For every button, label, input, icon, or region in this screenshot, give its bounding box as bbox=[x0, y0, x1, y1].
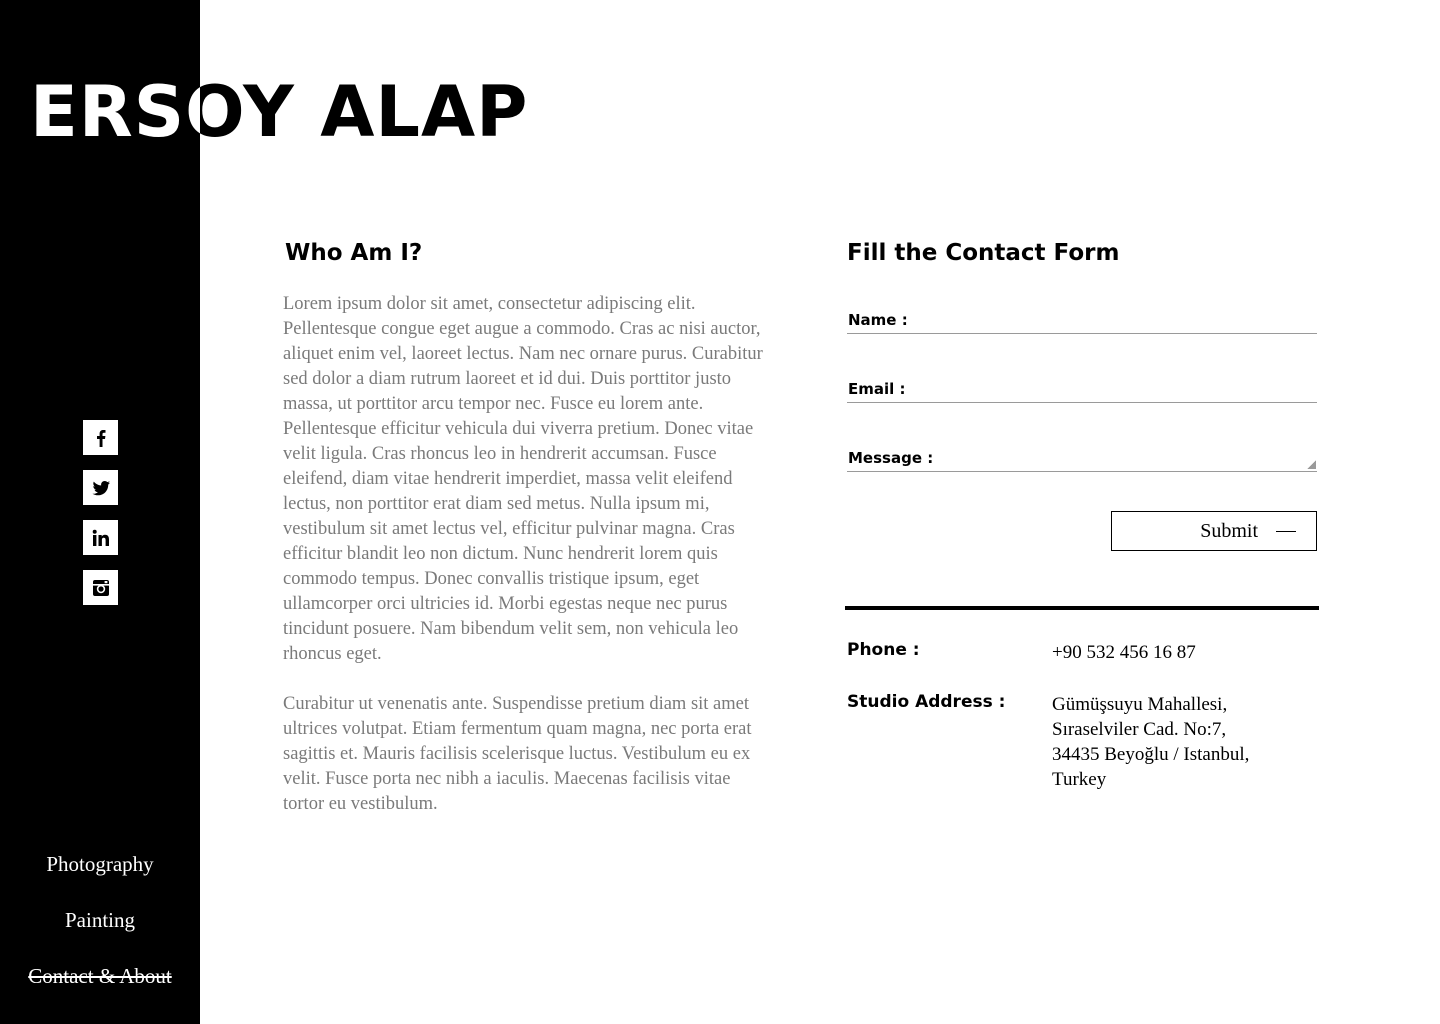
address-line: Turkey bbox=[1052, 769, 1107, 790]
nav-item-contact-about[interactable]: Contact & About bbox=[0, 962, 200, 990]
name-field-wrapper: Name : bbox=[847, 303, 1317, 334]
email-label: Email : bbox=[848, 380, 906, 398]
name-input[interactable] bbox=[937, 307, 1317, 329]
address-line: Sıraselviler Cad. No:7, bbox=[1052, 719, 1227, 740]
instagram-link[interactable] bbox=[83, 570, 118, 605]
linkedin-icon bbox=[92, 529, 109, 546]
message-field-wrapper: Message : bbox=[847, 441, 1317, 472]
dash-icon bbox=[1276, 530, 1296, 532]
contact-form-title: Fill the Contact Form bbox=[847, 240, 1120, 266]
about-section: Who Am I? Lorem ipsum dolor sit amet, co… bbox=[283, 238, 763, 817]
phone-value[interactable]: +90 532 456 16 87 bbox=[1052, 640, 1196, 665]
phone-label: Phone : bbox=[847, 640, 920, 660]
logo-on-dark: ERSOY ALAP bbox=[0, 0, 200, 180]
facebook-link[interactable] bbox=[83, 420, 118, 455]
main-nav: Photography Painting Contact & About bbox=[0, 850, 200, 1018]
address-line: Gümüşsuyu Mahallesi, bbox=[1052, 694, 1228, 715]
message-label: Message : bbox=[848, 449, 934, 467]
social-links bbox=[83, 420, 118, 620]
email-input[interactable] bbox=[937, 376, 1317, 398]
about-paragraph: Curabitur ut venenatis ante. Suspendisse… bbox=[283, 694, 752, 814]
instagram-icon bbox=[92, 579, 109, 596]
nav-item-photography[interactable]: Photography bbox=[0, 850, 200, 878]
twitter-link[interactable] bbox=[83, 470, 118, 505]
section-divider bbox=[845, 606, 1319, 610]
address-label: Studio Address : bbox=[847, 692, 1006, 712]
address-value: Gümüşsuyu Mahallesi, Sıraselviler Cad. N… bbox=[1052, 692, 1249, 792]
nav-item-painting[interactable]: Painting bbox=[0, 906, 200, 934]
logo[interactable]: ERSOY ALAP bbox=[30, 70, 200, 154]
twitter-icon bbox=[92, 480, 110, 495]
submit-button-label: Submit bbox=[1200, 519, 1258, 542]
resize-handle-icon[interactable] bbox=[1307, 460, 1316, 469]
message-input[interactable] bbox=[947, 445, 1317, 467]
name-label: Name : bbox=[848, 311, 908, 329]
about-title: Who Am I? bbox=[285, 240, 423, 266]
about-paragraph: Lorem ipsum dolor sit amet, consectetur … bbox=[283, 294, 763, 664]
address-line: 34435 Beyoğlu / Istanbul, bbox=[1052, 744, 1250, 765]
contact-form: Fill the Contact Form Name : Email : Mes… bbox=[847, 238, 1319, 551]
submit-button[interactable]: Submit bbox=[1111, 511, 1317, 551]
facebook-icon bbox=[96, 429, 105, 447]
linkedin-link[interactable] bbox=[83, 520, 118, 555]
email-field-wrapper: Email : bbox=[847, 372, 1317, 403]
